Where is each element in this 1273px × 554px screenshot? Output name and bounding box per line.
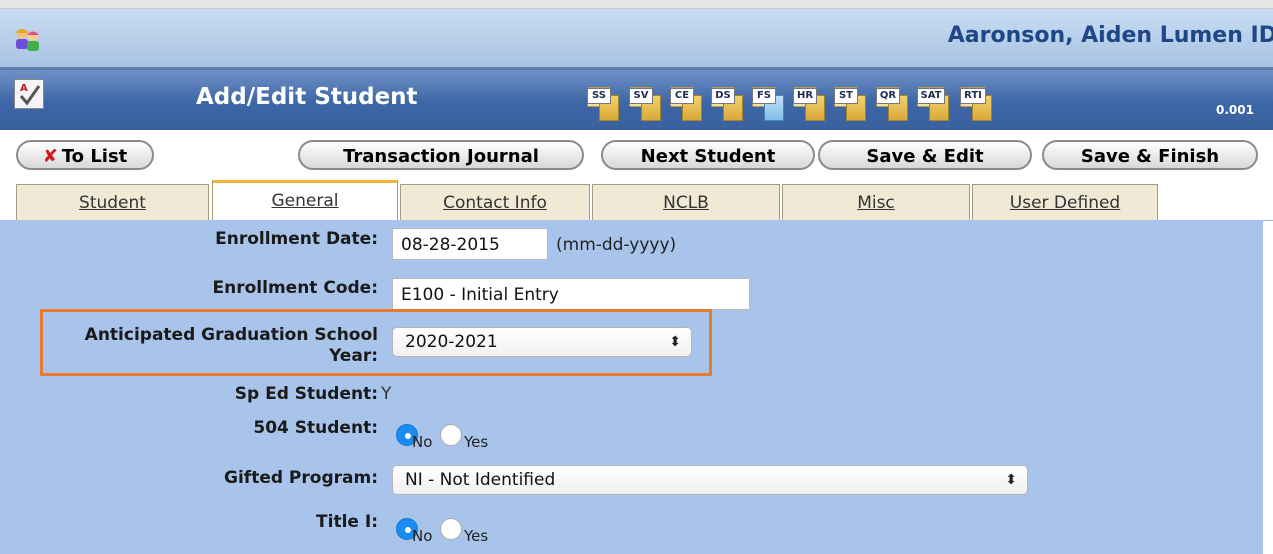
title-i-label: Title I: xyxy=(316,512,378,532)
504-student-label: 504 Student: xyxy=(253,418,378,438)
enrollment-date-input[interactable]: 08-28-2015 xyxy=(392,228,548,260)
anticipated-graduation-select[interactable]: 2020-2021 ⬍ xyxy=(392,327,692,357)
folder-qr-icon[interactable]: QR xyxy=(876,87,908,121)
folder-label: ST xyxy=(834,88,858,104)
folder-label: QR xyxy=(876,88,900,104)
tab-bar: Student General Contact Info NCLB Misc U… xyxy=(0,178,1273,221)
folder-label: HR xyxy=(793,88,817,104)
folder-label: CE xyxy=(670,88,694,104)
date-format-hint: (mm-dd-yyyy) xyxy=(556,235,677,255)
folder-st-icon[interactable]: ST xyxy=(834,87,866,121)
folder-label: SAT xyxy=(917,88,945,104)
504-yes-label: Yes xyxy=(464,433,489,451)
504-yes-radio[interactable] xyxy=(440,424,462,446)
title-i-yes-label: Yes xyxy=(464,527,489,545)
sp-ed-student-label: Sp Ed Student: xyxy=(234,384,378,404)
504-no-label: No xyxy=(412,433,433,451)
student-name-bar: Aaronson, Aiden Lumen ID xyxy=(0,9,1273,70)
anticipated-graduation-label-cont: Year: xyxy=(329,346,378,366)
gifted-program-select[interactable]: NI - Not Identified ⬍ xyxy=(392,465,1028,495)
enrollment-date-label: Enrollment Date: xyxy=(215,229,378,249)
title-i-no-label: No xyxy=(412,527,433,545)
grade-check-icon[interactable]: A xyxy=(14,79,44,109)
folder-fs-icon[interactable]: FS xyxy=(752,87,784,121)
folder-hr-icon[interactable]: HR xyxy=(793,87,825,121)
next-student-button[interactable]: Next Student xyxy=(601,140,815,170)
folder-ds-icon[interactable]: DS xyxy=(711,87,743,121)
transaction-journal-button[interactable]: Transaction Journal xyxy=(298,140,584,170)
title-i-yes-radio[interactable] xyxy=(440,518,462,540)
version-number: 0.001 xyxy=(1216,103,1254,117)
students-icon xyxy=(15,29,39,51)
gifted-program-label: Gifted Program: xyxy=(224,468,378,488)
svg-text:A: A xyxy=(20,83,28,94)
folder-sv-icon[interactable]: SV xyxy=(629,87,661,121)
tab-student[interactable]: Student xyxy=(16,184,209,220)
anticipated-graduation-label: Anticipated Graduation School xyxy=(84,325,378,345)
folder-label: DS xyxy=(711,88,735,104)
student-name: Aaronson, Aiden Lumen ID xyxy=(947,23,1273,48)
enrollment-code-input[interactable]: E100 - Initial Entry xyxy=(392,278,750,310)
select-arrows-icon: ⬍ xyxy=(669,334,681,350)
to-list-button[interactable]: ✘ To List xyxy=(16,140,154,170)
close-icon: ✘ xyxy=(42,146,58,167)
save-edit-button[interactable]: Save & Edit xyxy=(818,140,1032,170)
tab-nclb[interactable]: NCLB xyxy=(592,184,780,220)
tab-contact-info[interactable]: Contact Info xyxy=(400,184,590,220)
button-row: ✘ To List Transaction Journal Next Studen… xyxy=(0,130,1273,178)
tab-misc[interactable]: Misc xyxy=(782,184,970,220)
title-bar: A Add/Edit Student SS SV CE DS FS HR ST … xyxy=(0,70,1273,130)
folder-ce-icon[interactable]: CE xyxy=(670,87,702,121)
sp-ed-student-value: Y xyxy=(381,384,392,404)
select-arrows-icon: ⬍ xyxy=(1005,472,1017,488)
enrollment-code-label: Enrollment Code: xyxy=(212,278,378,298)
folder-rti-icon[interactable]: RTI xyxy=(960,87,992,121)
folder-label: RTI xyxy=(960,88,986,104)
top-strip xyxy=(0,0,1273,9)
folder-label: SS xyxy=(587,88,611,104)
tab-user-defined[interactable]: User Defined xyxy=(972,184,1158,220)
folder-sat-icon[interactable]: SAT xyxy=(917,87,949,121)
folder-label: FS xyxy=(752,88,776,104)
tab-general[interactable]: General xyxy=(212,180,398,221)
page-title: Add/Edit Student xyxy=(196,84,418,110)
folder-label: SV xyxy=(629,88,653,104)
folder-ss-icon[interactable]: SS xyxy=(587,87,619,121)
save-finish-button[interactable]: Save & Finish xyxy=(1042,140,1258,170)
